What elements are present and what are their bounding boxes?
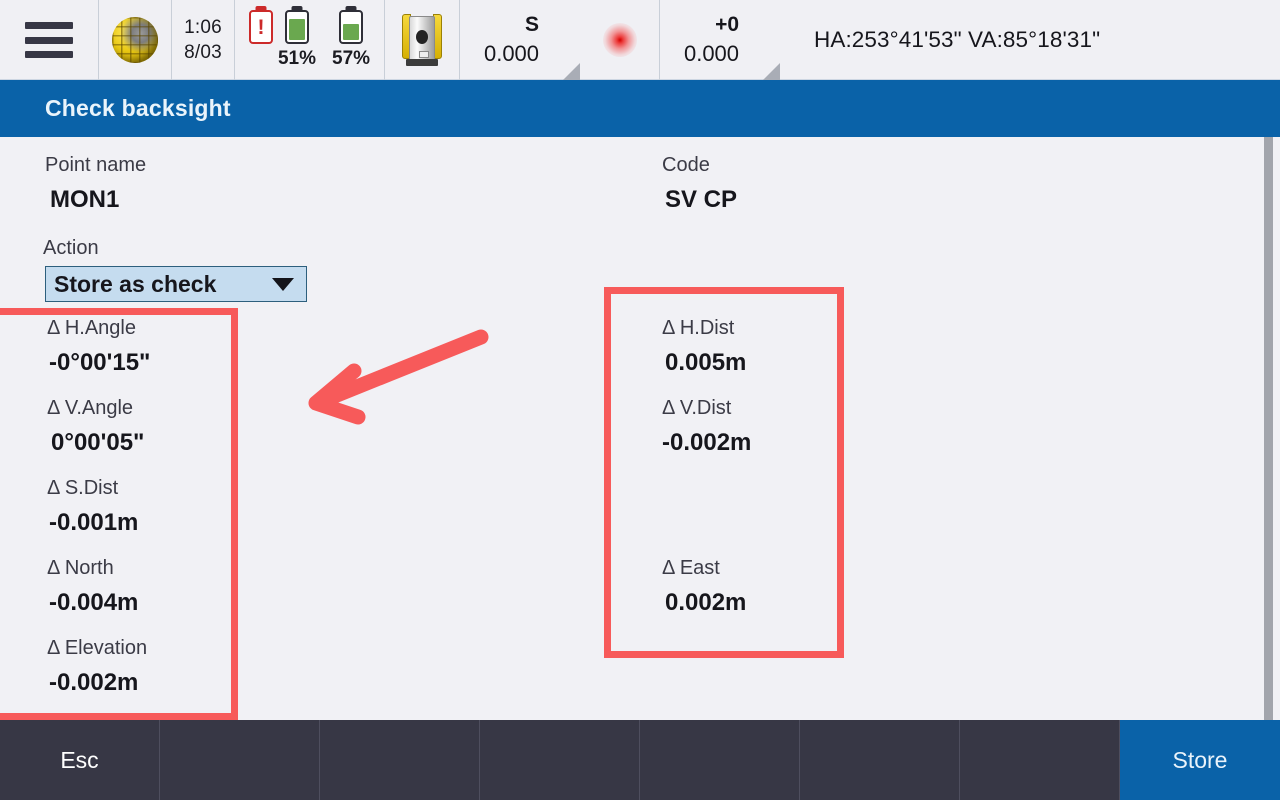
bottom-toolbar: Esc Store (0, 720, 1280, 800)
laser-dot-icon (602, 23, 637, 57)
target-readout[interactable]: S 0.000 (460, 0, 580, 80)
code-label: Code (662, 154, 710, 176)
delta-v-dist-label: Δ V.Dist (662, 397, 732, 419)
delta-s-dist-label: Δ S.Dist (47, 477, 119, 499)
action-dropdown[interactable]: Store as check (45, 266, 307, 302)
instrument-button[interactable] (385, 0, 460, 80)
delta-north: Δ North -0.004m (47, 558, 138, 615)
battery-alert-icon: ! (248, 10, 273, 44)
content-area: Point name MON1 Code SV CP Action Store … (0, 137, 1280, 720)
total-station-icon (402, 14, 442, 66)
store-button[interactable]: Store (1120, 720, 1280, 800)
delta-v-angle: Δ V.Angle 0°00'05" (47, 398, 144, 455)
softkey-5[interactable] (640, 720, 800, 800)
delta-elevation-label: Δ Elevation (47, 637, 148, 659)
softkey-3[interactable] (320, 720, 480, 800)
delta-h-dist-label: Δ H.Dist (662, 317, 735, 339)
target-mode: S (525, 12, 540, 36)
angle-readout[interactable]: HA:253°41'53" VA:85°18'31" (780, 0, 1280, 80)
softkey-2[interactable] (160, 720, 320, 800)
battery-level-1: 51% (277, 48, 316, 69)
battery-icon (284, 10, 309, 44)
delta-h-dist-value: 0.005m (665, 349, 747, 376)
delta-east-value: 0.002m (665, 589, 747, 616)
delta-h-angle: Δ H.Angle -0°00'15" (47, 318, 150, 375)
hamburger-menu-icon (25, 22, 73, 58)
battery-item-2: 57% (332, 10, 370, 70)
page-title-bar: Check backsight (0, 80, 1280, 137)
code-value: SV CP (665, 186, 738, 213)
delta-north-label: Δ North (47, 557, 114, 579)
vertical-scrollbar[interactable] (1264, 137, 1273, 720)
battery-alert-item: ! (248, 10, 273, 70)
arrow-icon (308, 329, 489, 425)
status-date: 8/03 (184, 42, 222, 63)
delta-v-angle-label: Δ V.Angle (47, 397, 134, 419)
prism-readout[interactable]: +0 0.000 (660, 0, 780, 80)
delta-elevation: Δ Elevation -0.002m (47, 638, 147, 695)
delta-east-label: Δ East (662, 557, 720, 579)
battery-icon (339, 10, 364, 44)
expand-corner-icon[interactable] (763, 63, 780, 80)
target-height: 0.000 (483, 41, 540, 67)
delta-east: Δ East 0.002m (662, 558, 746, 615)
delta-v-angle-value: 0°00'05" (51, 429, 145, 456)
angle-values: HA:253°41'53" VA:85°18'31" (814, 27, 1101, 52)
delta-north-value: -0.004m (49, 589, 139, 616)
delta-h-angle-label: Δ H.Angle (47, 317, 136, 339)
delta-v-dist: Δ V.Dist -0.002m (662, 398, 751, 455)
action-dropdown-value: Store as check (54, 270, 217, 297)
delta-h-angle-value: -0°00'15" (49, 349, 151, 376)
menu-button[interactable] (0, 0, 99, 80)
point-name-label: Point name (45, 154, 147, 176)
status-time: 1:06 (184, 16, 222, 38)
battery-item-1: 51% (278, 10, 316, 70)
app-root: 1:06 8/03 ! 51% 57% S 0.000 +0 0.000 HA:… (0, 0, 1280, 800)
point-name-value: MON1 (50, 186, 120, 213)
laser-indicator[interactable] (580, 0, 660, 80)
action-label: Action (43, 237, 99, 259)
battery-level-2: 57% (332, 48, 371, 69)
annotation-arrow (296, 327, 496, 427)
esc-button[interactable]: Esc (0, 720, 160, 800)
prism-offset: +0 (715, 12, 740, 36)
point-name-field[interactable]: Point name MON1 (45, 155, 146, 212)
globe-icon (112, 17, 158, 63)
status-bar: 1:06 8/03 ! 51% 57% S 0.000 +0 0.000 HA:… (0, 0, 1280, 80)
prism-height: 0.000 (683, 41, 740, 67)
datetime-display[interactable]: 1:06 8/03 (172, 0, 235, 80)
delta-h-dist: Δ H.Dist 0.005m (662, 318, 746, 375)
delta-elevation-value: -0.002m (49, 669, 139, 696)
softkey-6[interactable] (800, 720, 960, 800)
globe-button[interactable] (99, 0, 172, 80)
delta-s-dist-value: -0.001m (49, 509, 139, 536)
battery-status[interactable]: ! 51% 57% (235, 0, 385, 80)
code-field[interactable]: Code SV CP (662, 155, 737, 212)
page-title: Check backsight (45, 95, 231, 121)
chevron-down-icon (272, 277, 294, 291)
softkey-4[interactable] (480, 720, 640, 800)
expand-corner-icon[interactable] (563, 63, 580, 80)
softkey-7[interactable] (960, 720, 1120, 800)
delta-v-dist-value: -0.002m (662, 429, 752, 456)
delta-s-dist: Δ S.Dist -0.001m (47, 478, 138, 535)
